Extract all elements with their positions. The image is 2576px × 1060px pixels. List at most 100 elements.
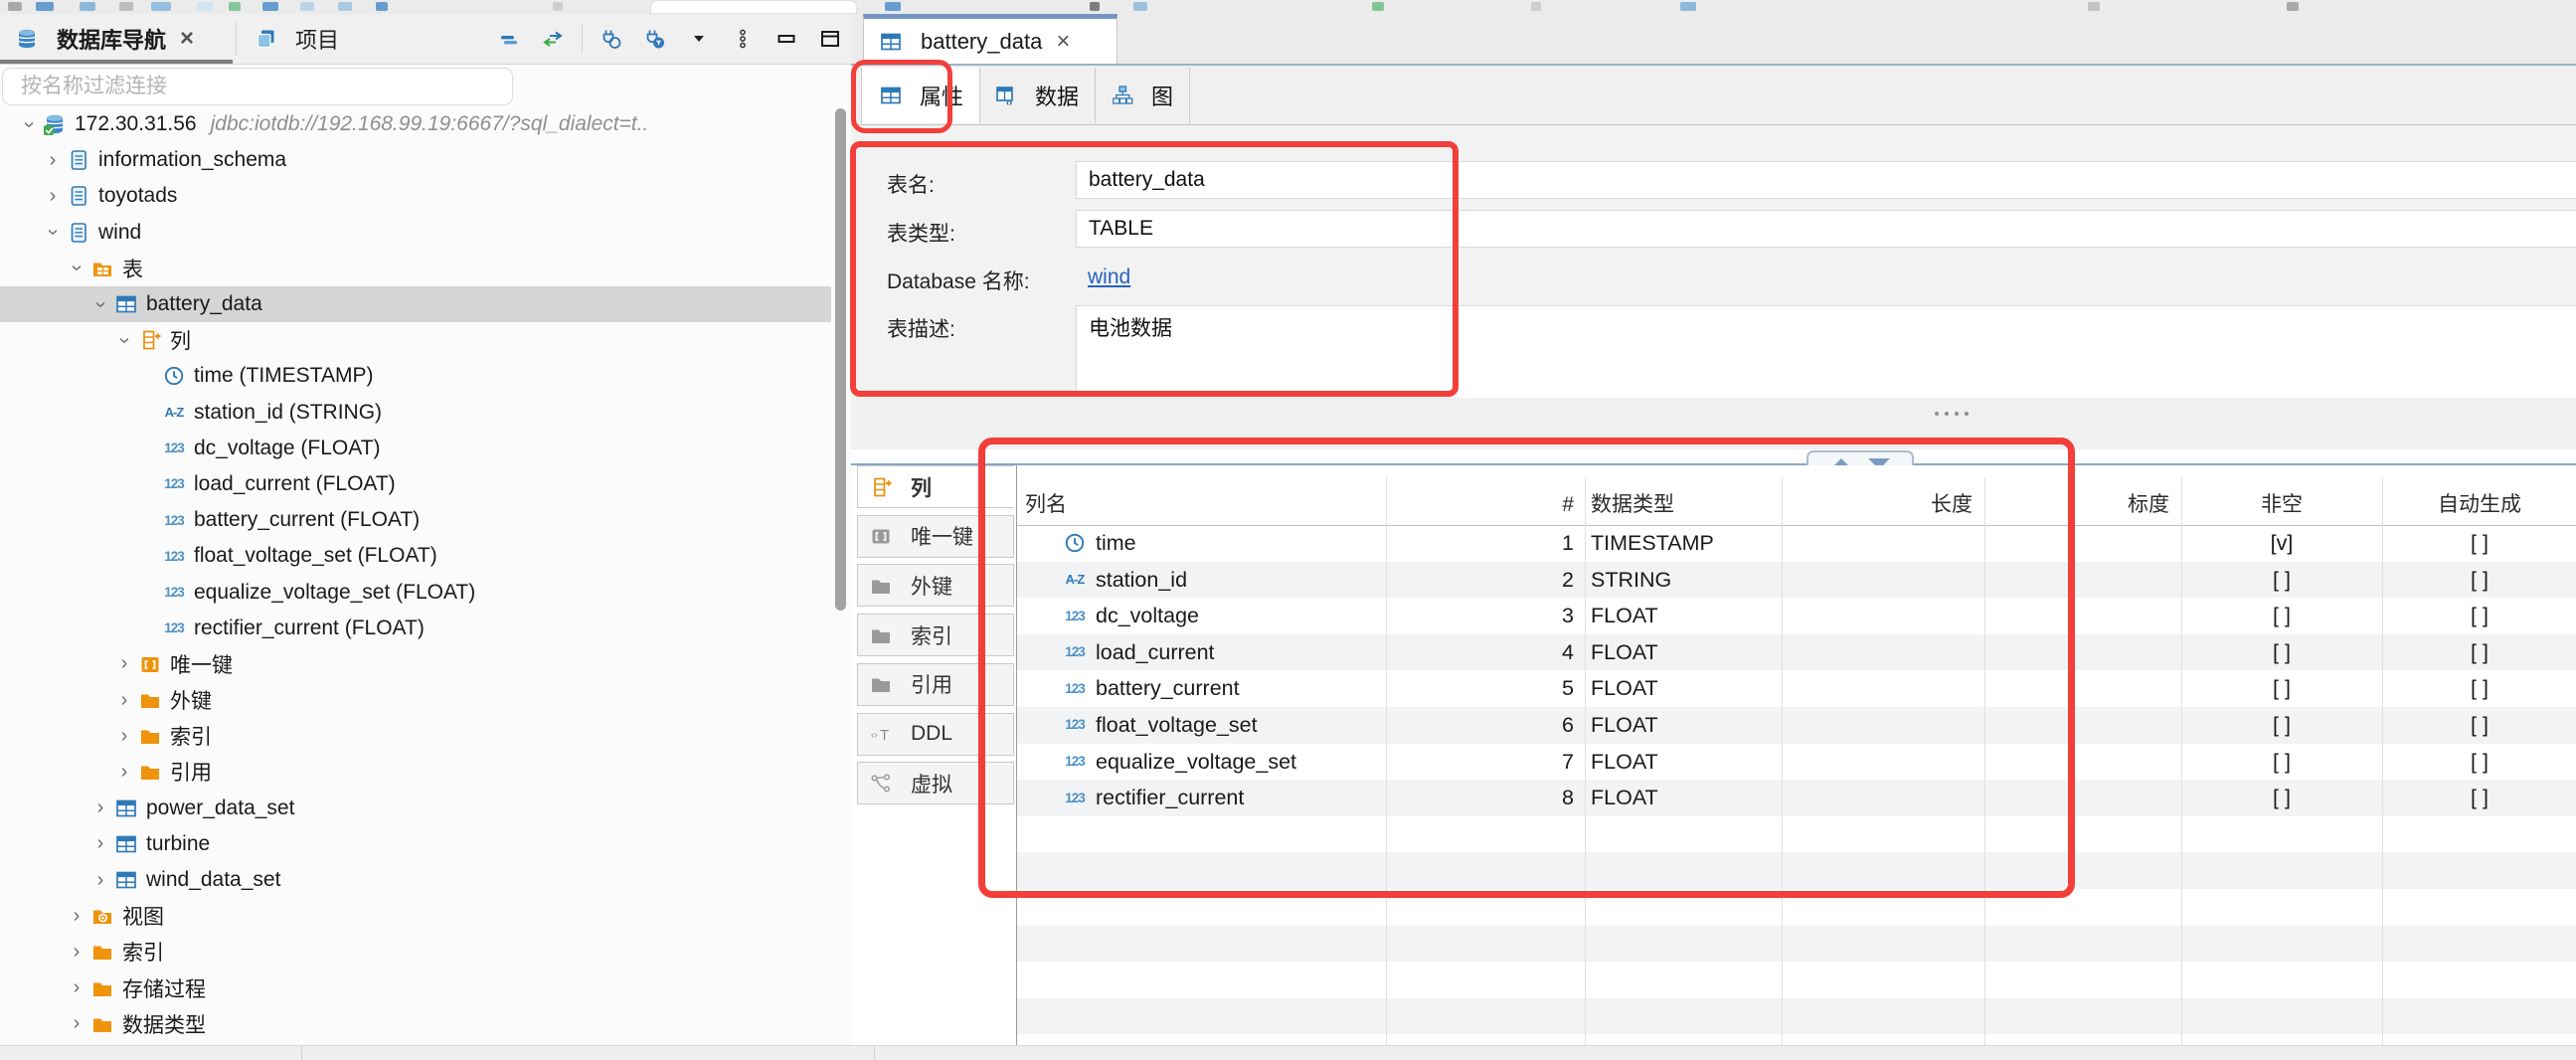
cell-scale[interactable] [1984, 780, 2169, 816]
cell-data-type[interactable]: TIMESTAMP [1591, 525, 1790, 562]
subtab-diagram[interactable]: 图 [1094, 68, 1190, 123]
tree-item[interactable]: › wind_data_set [0, 862, 831, 898]
chevron-collapsed-icon[interactable]: › [40, 149, 66, 172]
chevron-collapsed-icon[interactable]: › [111, 689, 137, 712]
grid-row[interactable]: 123battery_current5FLOAT[ ][ ] [1017, 670, 2576, 707]
side-tab-references[interactable]: 引用 [857, 663, 1014, 706]
cell-ordinal[interactable]: 1 [1017, 525, 1574, 562]
tree-item[interactable]: › wind [0, 215, 831, 251]
tree-item[interactable]: ›数据类型 [0, 1006, 831, 1042]
subtab-data[interactable]: ‹›数据 [977, 68, 1096, 123]
tree-item[interactable]: 123load_current (FLOAT) [0, 466, 831, 502]
chevron-collapsed-icon[interactable]: › [87, 869, 113, 892]
property-table-name-field[interactable]: battery_data [1076, 161, 2576, 199]
cell-data-type[interactable]: FLOAT [1591, 634, 1790, 671]
cell-not-null[interactable]: [ ] [2181, 634, 2382, 671]
grid-column-divider[interactable] [1585, 477, 1586, 1045]
cell-auto-generated[interactable]: [ ] [2382, 562, 2576, 599]
cell-ordinal[interactable]: 4 [1017, 634, 1574, 671]
tree-vertical-scrollbar[interactable] [835, 108, 846, 611]
chevron-collapsed-icon[interactable]: › [64, 941, 89, 964]
side-tab-indexes[interactable]: 索引 [857, 614, 1014, 656]
tab-battery-data[interactable]: battery_data × [863, 14, 1117, 64]
tree-item[interactable]: › 表 [0, 251, 831, 286]
tree-item[interactable]: 123float_voltage_set (FLOAT) [0, 538, 831, 574]
database-link[interactable]: wind [1088, 265, 1130, 289]
grid-column-divider[interactable] [2181, 477, 2182, 1045]
grid-row[interactable]: 123rectifier_current8FLOAT[ ][ ] [1017, 780, 2576, 816]
tree-item[interactable]: time (TIMESTAMP) [0, 358, 831, 394]
tree-item[interactable]: › 唯一键 [0, 646, 831, 682]
side-tab-columns[interactable]: 列 [857, 465, 1014, 508]
cell-not-null[interactable]: [ ] [2181, 598, 2382, 634]
tab-database-navigator[interactable]: 数据库导航 × [0, 14, 237, 64]
cell-ordinal[interactable]: 7 [1017, 744, 1574, 781]
chevron-collapsed-icon[interactable]: › [64, 905, 89, 928]
cell-length[interactable] [1782, 744, 1973, 781]
cell-ordinal[interactable]: 8 [1017, 780, 1574, 816]
cell-length[interactable] [1782, 562, 1973, 599]
cell-data-type[interactable]: FLOAT [1591, 780, 1790, 816]
cell-scale[interactable] [1984, 598, 2169, 634]
cell-length[interactable] [1782, 707, 1973, 744]
cell-auto-generated[interactable]: [ ] [2382, 744, 2576, 781]
cell-auto-generated[interactable]: [ ] [2382, 598, 2576, 634]
cell-scale[interactable] [1984, 707, 2169, 744]
cell-ordinal[interactable]: 6 [1017, 707, 1574, 744]
tree-item[interactable]: › turbine [0, 826, 831, 862]
cell-data-type[interactable]: FLOAT [1591, 707, 1790, 744]
connection-filter-input[interactable] [3, 69, 548, 104]
cell-data-type[interactable]: FLOAT [1591, 670, 1790, 707]
caret-down-icon[interactable] [684, 24, 714, 54]
close-icon[interactable]: × [1056, 28, 1070, 56]
cell-ordinal[interactable]: 3 [1017, 598, 1574, 634]
link-with-editor-icon[interactable] [538, 24, 568, 54]
grid-row[interactable]: 123dc_voltage3FLOAT[ ][ ] [1017, 598, 2576, 634]
tab-projects[interactable]: 项目 [239, 14, 416, 64]
cell-ordinal[interactable]: 5 [1017, 670, 1574, 707]
grid-header-data-type[interactable]: 数据类型 [1591, 485, 1770, 525]
chevron-expanded-icon[interactable]: › [42, 220, 65, 246]
collapse-all-icon[interactable] [494, 24, 524, 54]
chevron-collapsed-icon[interactable]: › [111, 761, 137, 784]
cell-length[interactable] [1782, 634, 1973, 671]
chevron-expanded-icon[interactable]: › [18, 111, 41, 137]
side-tab-unique-keys[interactable]: 唯一键 [857, 515, 1014, 558]
side-tab-virtual[interactable]: 虚拟 [857, 762, 1014, 804]
close-icon[interactable]: × [180, 25, 194, 53]
grid-column-divider[interactable] [2382, 477, 2383, 1045]
cell-auto-generated[interactable]: [ ] [2382, 707, 2576, 744]
cell-not-null[interactable]: [ ] [2181, 744, 2382, 781]
connection-filter-icon[interactable] [640, 24, 670, 54]
tree-item[interactable]: ›索引 [0, 934, 831, 970]
maximize-icon[interactable] [815, 24, 845, 54]
cell-data-type[interactable]: FLOAT [1591, 744, 1790, 781]
chevron-collapsed-icon[interactable]: › [111, 652, 137, 675]
cell-data-type[interactable]: FLOAT [1591, 598, 1790, 634]
tree-item[interactable]: › 172.30.31.56jdbc:iotdb://192.168.99.19… [0, 106, 831, 142]
tree-item[interactable]: 123rectifier_current (FLOAT) [0, 611, 831, 646]
chevron-expanded-icon[interactable]: › [89, 291, 112, 317]
grid-row[interactable]: A-Zstation_id2STRING[ ][ ] [1017, 562, 2576, 599]
cell-length[interactable] [1782, 525, 1973, 562]
tree-item[interactable]: ›存储过程 [0, 971, 831, 1006]
tree-item[interactable]: › 视图 [0, 898, 831, 934]
grid-header-scale[interactable]: 标度 [1984, 485, 2169, 525]
cell-not-null[interactable]: [ ] [2181, 780, 2382, 816]
cell-not-null[interactable]: [ ] [2181, 707, 2382, 744]
cell-scale[interactable] [1984, 525, 2169, 562]
grid-row[interactable]: 123load_current4FLOAT[ ][ ] [1017, 634, 2576, 671]
view-menu-icon[interactable] [728, 24, 758, 54]
tree-item[interactable]: › information_schema [0, 142, 831, 178]
splitter-sash[interactable] [851, 398, 2576, 449]
chevron-expanded-icon[interactable]: › [113, 327, 136, 353]
grid-header-length[interactable]: 长度 [1782, 485, 1973, 525]
cell-auto-generated[interactable]: [ ] [2382, 670, 2576, 707]
tree-item[interactable]: › power_data_set [0, 791, 831, 826]
cell-auto-generated[interactable]: [ ] [2382, 525, 2576, 562]
grid-column-divider[interactable] [1984, 477, 1985, 1045]
cell-scale[interactable] [1984, 744, 2169, 781]
chevron-expanded-icon[interactable]: › [66, 256, 88, 281]
tree-item-selected[interactable]: › battery_data [0, 286, 831, 322]
cell-scale[interactable] [1984, 562, 2169, 599]
